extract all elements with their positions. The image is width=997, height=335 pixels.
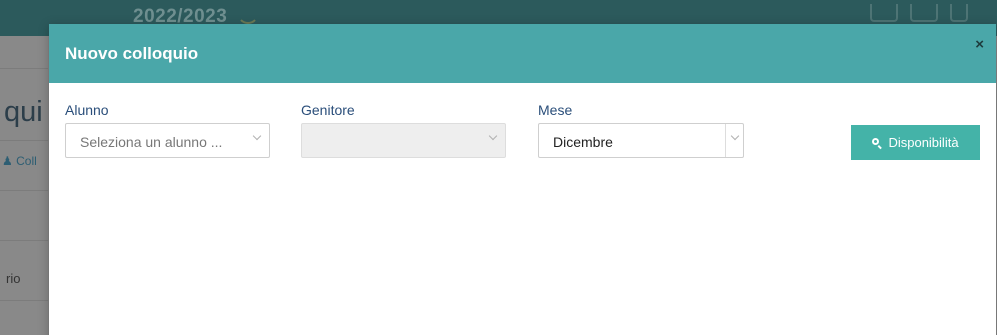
chat-icon	[870, 4, 898, 22]
new-meeting-modal: Nuovo colloquio × Alunno Seleziona un al…	[49, 24, 996, 335]
background-side-content	[0, 36, 48, 335]
background-link: ♟ Coll	[2, 154, 37, 168]
student-select-placeholder: Seleziona un alunno ...	[80, 134, 223, 150]
mail-icon	[910, 4, 938, 22]
user-icon: ♟	[2, 154, 13, 168]
parent-select[interactable]	[301, 123, 506, 158]
bell-icon	[950, 4, 968, 22]
month-label: Mese	[538, 102, 573, 118]
parent-label: Genitore	[301, 102, 355, 118]
student-select[interactable]: Seleziona un alunno ...	[65, 123, 270, 158]
month-select[interactable]: Dicembre	[538, 123, 744, 158]
background-page-title: qui	[4, 96, 43, 128]
background-divider	[0, 190, 48, 191]
select-divider	[725, 124, 726, 157]
modal-header: Nuovo colloquio ×	[49, 24, 996, 83]
availability-button-label: Disponibilità	[888, 135, 959, 150]
chevron-down-icon	[252, 131, 262, 141]
chevron-down-icon	[488, 131, 498, 141]
background-divider	[0, 140, 48, 141]
close-icon[interactable]: ×	[975, 37, 984, 52]
availability-button[interactable]: Disponibilità	[851, 125, 980, 160]
background-link-text: Coll	[16, 154, 37, 168]
student-label: Alunno	[65, 102, 109, 118]
background-side-text: rio	[6, 271, 21, 286]
background-divider	[0, 240, 48, 241]
background-divider	[0, 68, 48, 69]
chevron-down-icon	[730, 131, 740, 141]
search-icon	[872, 137, 882, 148]
modal-title: Nuovo colloquio	[65, 44, 199, 63]
month-select-value: Dicembre	[553, 134, 613, 150]
year-indicator-icon	[237, 2, 259, 24]
background-divider	[0, 300, 48, 301]
